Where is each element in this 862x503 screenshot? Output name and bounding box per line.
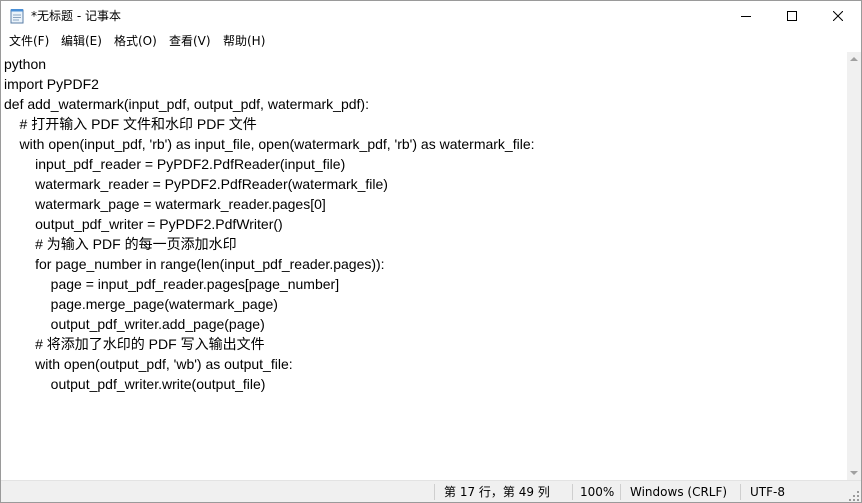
code-line: # 打开输入 PDF 文件和水印 PDF 文件 (4, 116, 257, 132)
window-title: *无标题 - 记事本 (31, 9, 121, 23)
menu-view[interactable]: 查看(V) (169, 33, 211, 50)
status-divider (740, 484, 741, 500)
close-icon (833, 11, 843, 21)
menu-help[interactable]: 帮助(H) (223, 33, 265, 50)
code-line: watermark_page = watermark_reader.pages[… (4, 196, 326, 212)
vertical-scrollbar[interactable] (847, 52, 861, 480)
scroll-up-arrow-icon[interactable] (850, 57, 858, 61)
code-line: input_pdf_reader = PyPDF2.PdfReader(inpu… (4, 156, 346, 172)
maximize-icon (787, 11, 797, 21)
status-divider (434, 484, 435, 500)
notepad-icon (10, 9, 24, 24)
status-encoding: UTF-8 (750, 485, 785, 499)
code-line: output_pdf_writer = PyPDF2.PdfWriter() (4, 216, 283, 232)
code-line: output_pdf_writer.add_page(page) (4, 316, 265, 332)
status-divider (572, 484, 573, 500)
text-editor[interactable]: python import PyPDF2 def add_watermark(i… (1, 52, 847, 480)
minimize-button[interactable] (723, 1, 769, 31)
menu-edit[interactable]: 编辑(E) (61, 33, 102, 50)
code-line: def add_watermark(input_pdf, output_pdf,… (4, 96, 369, 112)
editor-text[interactable]: python import PyPDF2 def add_watermark(i… (4, 54, 535, 394)
scroll-down-arrow-icon[interactable] (850, 471, 858, 475)
resize-grip-icon[interactable] (849, 491, 859, 501)
menu-file[interactable]: 文件(F) (9, 33, 49, 50)
code-line: output_pdf_writer.write(output_file) (4, 376, 266, 392)
code-line: page = input_pdf_reader.pages[page_numbe… (4, 276, 340, 292)
status-divider (620, 484, 621, 500)
code-line: for page_number in range(len(input_pdf_r… (4, 256, 385, 272)
code-line: watermark_reader = PyPDF2.PdfReader(wate… (4, 176, 388, 192)
code-line: python (4, 56, 47, 72)
status-line-ending: Windows (CRLF) (630, 485, 728, 499)
code-line: with open(input_pdf, 'rb') as input_file… (4, 136, 535, 152)
code-line: with open(output_pdf, 'wb') as output_fi… (4, 356, 293, 372)
maximize-button[interactable] (769, 1, 815, 31)
menu-bar: 文件(F) 编辑(E) 格式(O) 查看(V) 帮助(H) (1, 31, 861, 52)
status-cursor-position: 第 17 行，第 49 列 (444, 485, 550, 499)
minimize-icon (741, 16, 751, 17)
notepad-window: *无标题 - 记事本 文件(F) 编辑(E) 格式(O) 查看(V) 帮助(H)… (0, 0, 862, 503)
status-zoom: 100% (580, 485, 615, 499)
code-line: # 将添加了水印的 PDF 写入输出文件 (4, 336, 265, 352)
code-line: # 为输入 PDF 的每一页添加水印 (4, 236, 237, 252)
code-line: import PyPDF2 (4, 76, 99, 92)
title-bar[interactable]: *无标题 - 记事本 (1, 1, 861, 31)
menu-format[interactable]: 格式(O) (114, 33, 157, 50)
close-button[interactable] (815, 1, 861, 31)
status-bar: 第 17 行，第 49 列 100% Windows (CRLF) UTF-8 (1, 480, 861, 502)
code-line: page.merge_page(watermark_page) (4, 296, 278, 312)
